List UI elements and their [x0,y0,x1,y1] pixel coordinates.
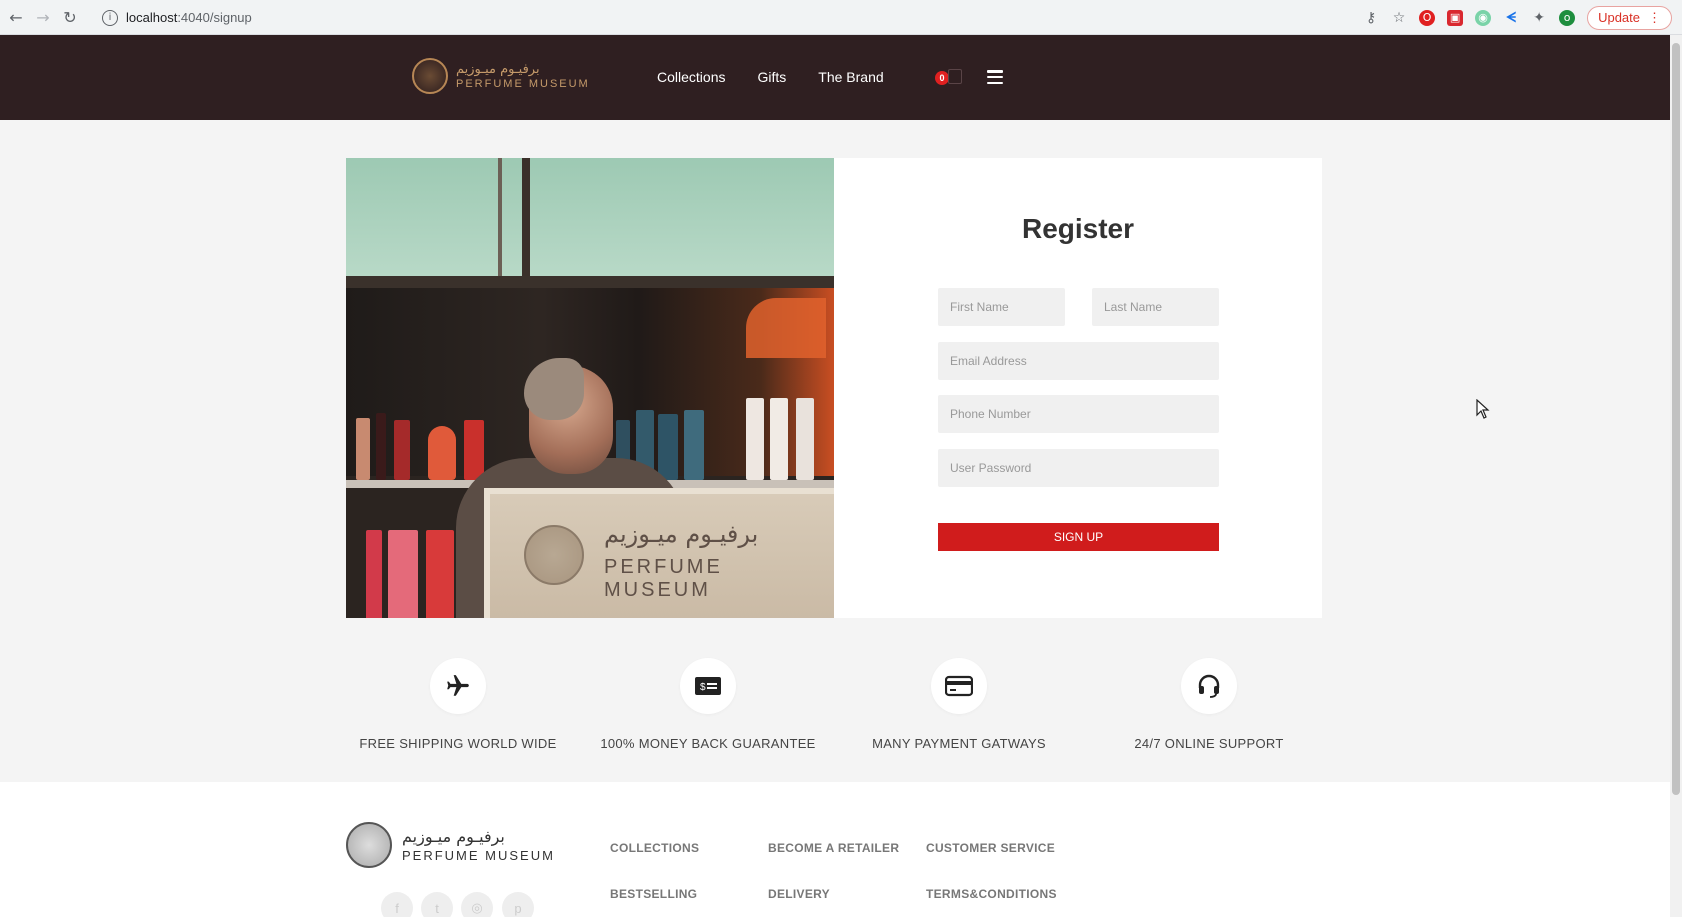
feature-label: MANY PAYMENT GATWAYS [872,736,1046,751]
pinterest-icon[interactable]: p [502,892,534,917]
register-form: Register SIGN UP [834,158,1322,618]
hero-photo: برفيـوم ميـوزيم PERFUME MUSEUM [346,158,834,618]
sign-up-button[interactable]: SIGN UP [938,523,1219,551]
facebook-icon[interactable]: f [381,892,413,917]
site-header: برفيـوم ميـوزيم PERFUME MUSEUM Collectio… [0,35,1670,120]
back-icon[interactable]: ← [2,3,30,31]
globe-extension-icon[interactable]: ◉ [1475,9,1492,26]
url-host: localhost [126,10,178,25]
forward-icon[interactable]: → [29,3,57,31]
pdf-extension-icon[interactable]: ▣ [1447,9,1464,26]
update-button[interactable]: Update ⋮ [1587,5,1672,30]
money-icon: $ [680,658,736,714]
sign-arabic-text: برفيـوم ميـوزيم [604,520,759,548]
feature-label: 100% MONEY BACK GUARANTEE [600,736,816,751]
logo-english-text: PERFUME MUSEUM [456,77,590,90]
footer-link-customer-service[interactable]: CUSTOMER SERVICE [926,841,1055,855]
register-card: برفيـوم ميـوزيم PERFUME MUSEUM Register … [346,158,1322,618]
page-scrollbar[interactable] [1670,35,1682,917]
scrollbar-thumb[interactable] [1672,43,1680,795]
footer-link-terms[interactable]: TERMS&CONDITIONS [926,887,1057,901]
footer-logo[interactable]: برفيـوم ميـوزيم PERFUME MUSEUM [346,822,555,868]
puzzle-extensions-icon[interactable]: ✦ [1531,10,1547,26]
last-name-input[interactable] [1092,288,1219,326]
site-info-icon[interactable]: i [102,9,118,26]
browser-toolbar: ← → ↻ i localhost:4040/signup ⚷ ☆ O ▣ ◉ … [0,0,1682,35]
twitter-icon[interactable]: t [421,892,453,917]
cart-button[interactable]: 0 [935,67,971,87]
headset-icon [1181,658,1237,714]
footer-link-become-retailer[interactable]: BECOME A RETAILER [768,841,899,855]
feature-money-back: $ 100% MONEY BACK GUARANTEE [598,658,818,751]
update-label: Update [1598,10,1640,25]
nav-collections[interactable]: Collections [657,69,725,85]
reload-icon[interactable]: ↻ [56,3,84,31]
cart-count-badge: 0 [935,71,949,85]
footer-logo-english: PERFUME MUSEUM [402,847,555,863]
hamburger-menu-icon[interactable] [987,70,1003,84]
phone-input[interactable] [938,395,1219,433]
profile-avatar[interactable]: o [1559,9,1576,26]
key-icon[interactable]: ⚷ [1363,10,1379,26]
logo-seal-icon [412,58,448,94]
address-bar[interactable]: i localhost:4040/signup [94,5,1394,30]
airplane-icon [430,658,486,714]
main-nav: Collections Gifts The Brand [657,69,884,85]
opera-extension-icon[interactable]: O [1419,9,1436,26]
site-logo[interactable]: برفيـوم ميـوزيم PERFUME MUSEUM [412,58,590,94]
feature-shipping: FREE SHIPPING WORLD WIDE [348,658,568,751]
password-input[interactable] [938,449,1219,487]
sign-seal-icon [524,525,584,585]
register-title: Register [1021,213,1135,244]
arrow-extension-icon[interactable]: ᗕ [1503,10,1519,26]
footer-link-collections[interactable]: COLLECTIONS [610,841,699,855]
bookmark-star-icon[interactable]: ☆ [1391,10,1407,26]
email-input[interactable] [938,342,1219,380]
logo-arabic-text: برفيـوم ميـوزيم [456,61,540,77]
site-footer: برفيـوم ميـوزيم PERFUME MUSEUM COLLECTIO… [0,782,1670,917]
footer-seal-icon [346,822,392,868]
footer-link-delivery[interactable]: DELIVERY [768,887,830,901]
nav-the-brand[interactable]: The Brand [818,69,883,85]
sign-english-text: PERFUME MUSEUM [604,556,723,601]
more-vertical-icon: ⋮ [1648,9,1661,25]
nav-gifts[interactable]: Gifts [757,69,786,85]
feature-support: 24/7 ONLINE SUPPORT [1099,658,1319,751]
instagram-icon[interactable]: ◎ [461,892,493,917]
shopping-bag-icon [948,69,962,84]
mouse-cursor-icon [1476,399,1490,419]
credit-card-icon [931,658,987,714]
feature-label: FREE SHIPPING WORLD WIDE [359,736,557,751]
url-path: :4040/signup [177,10,252,25]
footer-link-bestselling[interactable]: BESTSELLING [610,887,697,901]
svg-text:$: $ [700,682,706,693]
first-name-input[interactable] [938,288,1065,326]
footer-logo-arabic: برفيـوم ميـوزيم [402,826,505,846]
feature-payment: MANY PAYMENT GATWAYS [849,658,1069,751]
feature-label: 24/7 ONLINE SUPPORT [1134,736,1284,751]
